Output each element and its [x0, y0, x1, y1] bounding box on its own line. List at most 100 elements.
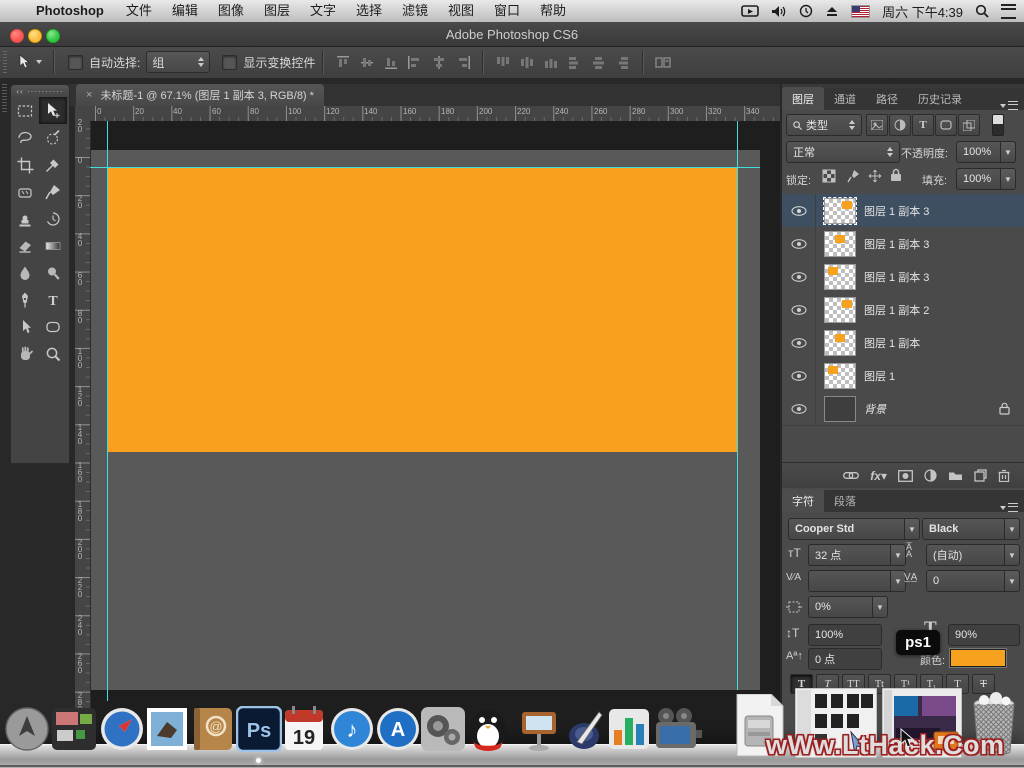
distribute-left-edges-button[interactable]	[563, 51, 587, 73]
move-tool[interactable]	[39, 97, 67, 124]
auto-select-checkbox[interactable]	[68, 55, 83, 70]
guide-horizontal-top[interactable]	[90, 167, 760, 168]
menu-edit[interactable]: 编辑	[162, 0, 208, 22]
document-close-icon[interactable]: ×	[86, 89, 92, 101]
eyedropper-tool[interactable]	[39, 151, 67, 178]
dock-desktop-preview-icon[interactable]	[52, 708, 96, 750]
notification-center-icon[interactable]	[1001, 4, 1016, 19]
dock-safari-icon[interactable]	[99, 706, 145, 752]
tab-channels[interactable]: 通道	[824, 87, 866, 110]
menu-type[interactable]: 文字	[300, 0, 346, 22]
dock-photoshop-icon[interactable]: Ps	[236, 706, 282, 752]
dodge-tool[interactable]	[39, 259, 67, 286]
text-color-swatch[interactable]	[950, 649, 1006, 667]
document-tab[interactable]: × 未标题-1 @ 67.1% (图层 1 副本 3, RGB/8) *	[76, 84, 324, 106]
layer-name[interactable]: 图层 1	[864, 368, 895, 384]
menu-layer[interactable]: 图层	[254, 0, 300, 22]
dock-launchpad-icon[interactable]	[4, 706, 50, 752]
spotlight-search-icon[interactable]	[975, 4, 989, 18]
font-size-caret-icon[interactable]: ▼	[890, 545, 905, 565]
spacing-caret-icon[interactable]: ▼	[872, 597, 887, 617]
distribute-horizontal-centers-button[interactable]	[587, 51, 611, 73]
shape-tool[interactable]	[39, 313, 67, 340]
layer-visibility-eye-icon[interactable]	[782, 293, 816, 326]
lock-transparent-pixels-icon[interactable]	[822, 169, 836, 183]
layer-row[interactable]: 图层 1 副本 3	[782, 194, 1024, 228]
menu-select[interactable]: 选择	[346, 0, 392, 22]
brush-tool[interactable]	[39, 178, 67, 205]
eject-icon[interactable]	[825, 5, 839, 17]
layer-name[interactable]: 图层 1 副本 2	[864, 302, 929, 318]
kerning-caret-icon[interactable]: ▼	[890, 571, 905, 591]
time-machine-icon[interactable]	[799, 4, 813, 18]
align-vertical-centers-button[interactable]	[355, 51, 379, 73]
minimize-window-button[interactable]	[28, 29, 42, 43]
crop-tool[interactable]	[11, 151, 39, 178]
filter-type-layers-icon[interactable]: T	[912, 114, 934, 136]
volume-icon[interactable]	[771, 5, 787, 18]
layer-thumbnail[interactable]	[824, 198, 856, 224]
menu-filter[interactable]: 滤镜	[392, 0, 438, 22]
dock-imovie-icon[interactable]	[652, 706, 702, 752]
tracking-caret-icon[interactable]: ▼	[1004, 571, 1019, 591]
menu-window[interactable]: 窗口	[484, 0, 530, 22]
orange-layer-rectangle[interactable]	[108, 168, 738, 452]
leading-field[interactable]: (自动) ▼	[926, 544, 1020, 566]
font-family-dropdown[interactable]: Cooper Std ▼	[788, 518, 920, 540]
clone-stamp-tool[interactable]	[11, 205, 39, 232]
new-layer-icon[interactable]	[974, 469, 987, 482]
tab-layers[interactable]: 图层	[782, 87, 824, 110]
layer-thumbnail[interactable]	[824, 297, 856, 323]
layer-thumbnail[interactable]	[824, 396, 856, 422]
menubar-clock[interactable]: 周六 下午4:39	[882, 2, 963, 21]
blur-tool[interactable]	[11, 259, 39, 286]
layer-visibility-eye-icon[interactable]	[782, 392, 816, 425]
layer-name[interactable]: 图层 1 副本 3	[864, 203, 929, 219]
guide-vertical-left[interactable]	[107, 121, 108, 701]
delete-layer-trash-icon[interactable]	[998, 469, 1010, 482]
layer-name[interactable]: 图层 1 副本 3	[864, 236, 929, 252]
layer-thumbnail[interactable]	[824, 363, 856, 389]
align-top-edges-button[interactable]	[331, 51, 355, 73]
align-left-edges-button[interactable]	[403, 51, 427, 73]
align-right-edges-button[interactable]	[451, 51, 475, 73]
layer-visibility-eye-icon[interactable]	[782, 326, 816, 359]
zoom-window-button[interactable]	[46, 29, 60, 43]
layer-visibility-eye-icon[interactable]	[782, 359, 816, 392]
auto-align-layers-button[interactable]	[651, 51, 675, 73]
filter-pixel-layers-icon[interactable]	[866, 114, 888, 136]
layer-filter-dropdown[interactable]: 类型	[786, 114, 862, 136]
ruler-left[interactable]: 20 0 20 40 60 80 100 120 140 160 180 200…	[75, 121, 91, 721]
toolbox-collapse-handle[interactable]: ‹‹ ··········	[11, 85, 69, 97]
opacity-caret-icon[interactable]: ▼	[1000, 142, 1015, 162]
options-grip[interactable]	[3, 51, 7, 73]
tool-preset-caret-icon[interactable]	[36, 60, 42, 64]
layer-row[interactable]: 图层 1	[782, 359, 1024, 393]
ruler-top[interactable]: 0 20 40 60 80 100 120 140 160 180 200 22…	[90, 106, 780, 122]
add-layer-mask-icon[interactable]	[898, 470, 913, 482]
horizontal-scale-field[interactable]: 90%	[948, 624, 1020, 646]
eraser-tool[interactable]	[11, 232, 39, 259]
kerning-field[interactable]: ▼	[808, 570, 906, 592]
move-tool-options-icon[interactable]	[13, 54, 46, 70]
quick-select-tool[interactable]	[39, 124, 67, 151]
dock-calendar-icon[interactable]: 19	[283, 706, 325, 752]
layer-row-background[interactable]: 背景	[782, 392, 1024, 426]
menu-view[interactable]: 视图	[438, 0, 484, 22]
adjustment-layer-icon[interactable]	[924, 469, 937, 482]
opacity-field[interactable]: 100% ▼	[956, 141, 1016, 163]
dock-mail-icon[interactable]	[145, 706, 189, 752]
layer-filtering-toggle[interactable]	[992, 114, 1004, 136]
dock-pages-icon[interactable]	[561, 706, 607, 752]
tracking-field[interactable]: 0 ▼	[926, 570, 1020, 592]
character-panel-menu-icon[interactable]	[1000, 503, 1024, 512]
type-tool[interactable]: T	[39, 286, 67, 313]
gradient-tool[interactable]	[39, 232, 67, 259]
align-bottom-edges-button[interactable]	[379, 51, 403, 73]
lock-position-icon[interactable]	[868, 169, 882, 183]
lasso-tool[interactable]	[11, 124, 39, 151]
font-family-caret-icon[interactable]: ▼	[904, 519, 919, 539]
layer-thumbnail[interactable]	[824, 264, 856, 290]
distribute-top-edges-button[interactable]	[491, 51, 515, 73]
layer-row[interactable]: 图层 1 副本 2	[782, 293, 1024, 327]
